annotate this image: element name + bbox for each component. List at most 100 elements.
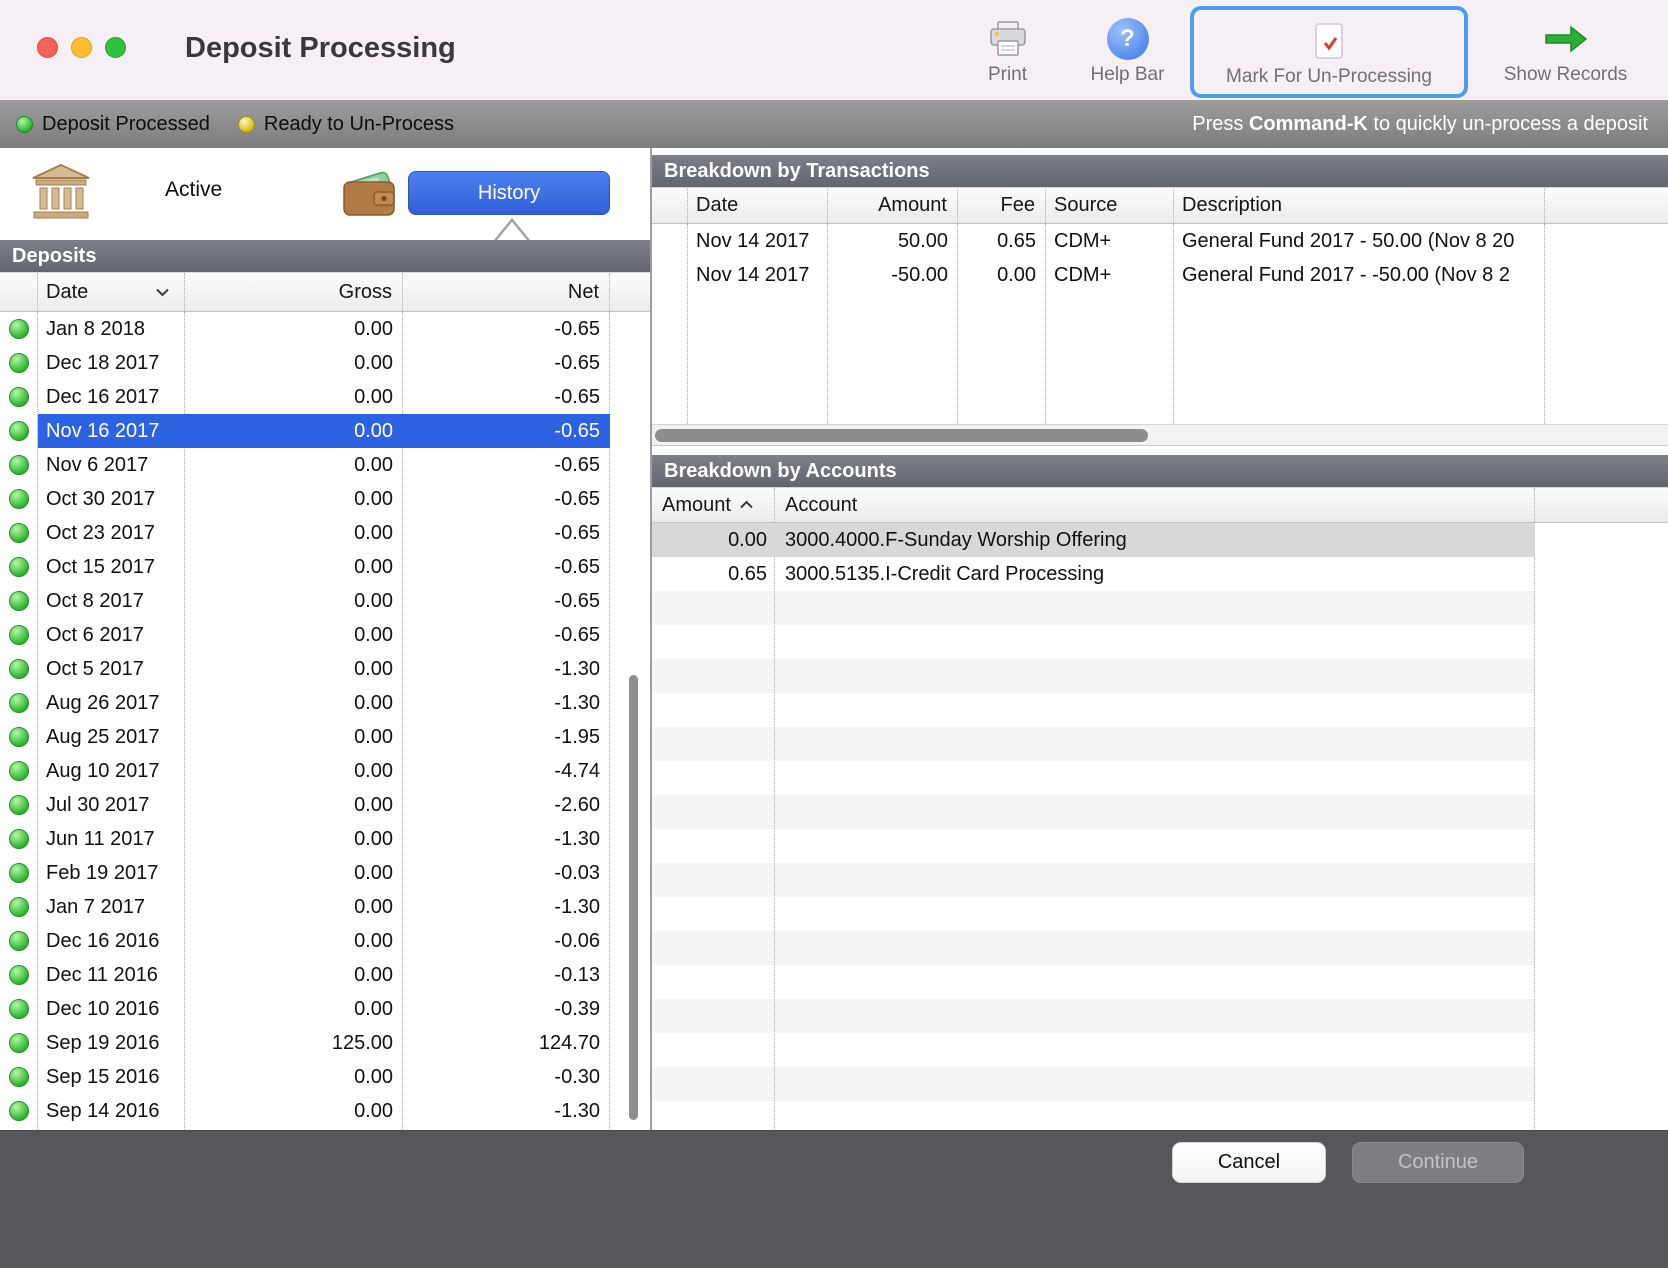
deposit-status-cell xyxy=(0,618,38,652)
deposit-row-main: Dec 11 2016 0.00 -0.13 xyxy=(38,958,610,992)
acc-amount-column-header[interactable]: Amount xyxy=(652,488,775,522)
tx-fee-column-header[interactable]: Fee xyxy=(958,188,1046,223)
legend-ready-to-unprocess: Ready to Un-Process xyxy=(238,113,454,136)
transaction-row[interactable]: Nov 14 2017 -50.00 0.00 CDM+ General Fun… xyxy=(652,258,1668,292)
show-records-label: Show Records xyxy=(1504,64,1628,86)
deposit-status-cell xyxy=(0,1094,38,1128)
deposit-row[interactable]: Jan 8 2018 0.00 -0.65 xyxy=(0,312,650,346)
deposit-row[interactable]: Dec 18 2017 0.00 -0.65 xyxy=(0,346,650,380)
deposit-row[interactable]: Oct 30 2017 0.00 -0.65 xyxy=(0,482,650,516)
deposit-row[interactable]: Nov 6 2017 0.00 -0.65 xyxy=(0,448,650,482)
deposit-gross: 0.00 xyxy=(185,590,403,613)
deposit-status-cell xyxy=(0,482,38,516)
print-button[interactable]: Print xyxy=(955,6,1060,98)
status-legend-bar: Deposit Processed Ready to Un-Process Pr… xyxy=(0,100,1668,148)
deposit-row[interactable]: Dec 16 2017 0.00 -0.65 xyxy=(0,380,650,414)
account-row[interactable]: 0.00 3000.4000.F-Sunday Worship Offering xyxy=(652,523,1535,557)
processed-dot-icon xyxy=(9,931,29,951)
deposit-row[interactable]: Oct 8 2017 0.00 -0.65 xyxy=(0,584,650,618)
transaction-row[interactable]: Nov 14 2017 50.00 0.65 CDM+ General Fund… xyxy=(652,224,1668,258)
deposit-row-main: Sep 14 2016 0.00 -1.30 xyxy=(38,1094,610,1128)
deposit-row[interactable]: Aug 25 2017 0.00 -1.95 xyxy=(0,720,650,754)
help-bar-button[interactable]: ? Help Bar xyxy=(1065,6,1190,98)
transactions-table: Nov 14 2017 50.00 0.65 CDM+ General Fund… xyxy=(652,224,1668,424)
deposit-row[interactable]: Oct 15 2017 0.00 -0.65 xyxy=(0,550,650,584)
close-button[interactable] xyxy=(37,37,58,58)
zoom-button[interactable] xyxy=(105,37,126,58)
deposit-net: -0.06 xyxy=(403,930,610,953)
deposit-row[interactable]: Feb 19 2017 0.00 -0.03 xyxy=(0,856,650,890)
transactions-column-header: Date Amount Fee Source Description xyxy=(652,187,1668,224)
cancel-button[interactable]: Cancel xyxy=(1172,1142,1326,1183)
history-button[interactable]: History xyxy=(408,171,610,215)
deposit-row[interactable]: Dec 11 2016 0.00 -0.13 xyxy=(0,958,650,992)
transactions-hscrollbar-track[interactable] xyxy=(652,424,1668,446)
deposit-net: 124.70 xyxy=(403,1032,610,1055)
deposit-row[interactable]: Nov 16 2017 0.00 -0.65 xyxy=(0,414,650,448)
deposit-net: -0.30 xyxy=(403,1066,610,1089)
deposit-net: -1.30 xyxy=(403,692,610,715)
status-column-header xyxy=(0,273,38,311)
account-row[interactable]: 0.65 3000.5135.I-Credit Card Processing xyxy=(652,557,1535,591)
deposit-row[interactable]: Dec 10 2016 0.00 -0.39 xyxy=(0,992,650,1026)
deposit-net: -1.30 xyxy=(403,828,610,851)
deposit-row-main: Sep 19 2016 125.00 124.70 xyxy=(38,1026,610,1060)
minimize-button[interactable] xyxy=(71,37,92,58)
deposit-row[interactable]: Sep 19 2016 125.00 124.70 xyxy=(0,1026,650,1060)
history-tab[interactable] xyxy=(340,167,398,219)
date-column-header[interactable]: Date xyxy=(38,273,185,311)
deposit-row[interactable]: Jan 7 2017 0.00 -1.30 xyxy=(0,890,650,924)
continue-button[interactable]: Continue xyxy=(1352,1142,1524,1183)
deposit-gross: 0.00 xyxy=(185,454,403,477)
deposit-status-cell xyxy=(0,1060,38,1094)
deposit-row[interactable]: Sep 15 2016 0.00 -0.30 xyxy=(0,1060,650,1094)
deposit-date: Oct 23 2017 xyxy=(38,522,185,545)
deposit-row[interactable]: Oct 23 2017 0.00 -0.65 xyxy=(0,516,650,550)
deposit-gross: 0.00 xyxy=(185,352,403,375)
processed-dot-icon xyxy=(9,353,29,373)
deposit-date: Jul 30 2017 xyxy=(38,794,185,817)
tx-date: Nov 14 2017 xyxy=(688,264,828,287)
tx-source-column-header[interactable]: Source xyxy=(1046,188,1174,223)
deposit-net: -0.65 xyxy=(403,556,610,579)
titlebar: Deposit Processing Print ? Help Bar xyxy=(0,0,1668,100)
active-tab-label[interactable]: Active xyxy=(165,178,222,202)
deposit-row[interactable]: Aug 26 2017 0.00 -1.30 xyxy=(0,686,650,720)
deposit-date: Nov 6 2017 xyxy=(38,454,185,477)
show-records-button[interactable]: Show Records xyxy=(1478,6,1653,98)
deposit-net: -1.95 xyxy=(403,726,610,749)
deposit-row[interactable]: Dec 16 2016 0.00 -0.06 xyxy=(0,924,650,958)
net-column-header[interactable]: Net xyxy=(403,273,610,311)
tx-amount: -50.00 xyxy=(828,264,958,287)
tx-amount-column-header[interactable]: Amount xyxy=(828,188,958,223)
accounts-rows: 0.00 3000.4000.F-Sunday Worship Offering… xyxy=(652,523,1668,591)
deposit-date: Aug 25 2017 xyxy=(38,726,185,749)
deposit-status-cell xyxy=(0,958,38,992)
printer-icon xyxy=(988,14,1028,64)
tx-date-column-header[interactable]: Date xyxy=(688,188,828,223)
acc-account-column-header[interactable]: Account xyxy=(775,488,1535,522)
processed-dot-icon xyxy=(9,319,29,339)
deposit-net: -0.65 xyxy=(403,386,610,409)
deposit-date: Sep 14 2016 xyxy=(38,1100,185,1123)
transactions-hscrollbar-thumb[interactable] xyxy=(655,429,1148,442)
mark-for-unprocessing-button[interactable]: Mark For Un-Processing xyxy=(1190,6,1468,98)
deposit-row-main: Dec 16 2016 0.00 -0.06 xyxy=(38,924,610,958)
deposit-date: Sep 15 2016 xyxy=(38,1066,185,1089)
deposit-row[interactable]: Jul 30 2017 0.00 -2.60 xyxy=(0,788,650,822)
processed-dot-icon xyxy=(9,591,29,611)
processed-dot-icon xyxy=(9,489,29,509)
processed-dot-icon xyxy=(9,965,29,985)
deposit-row[interactable]: Jun 11 2017 0.00 -1.30 xyxy=(0,822,650,856)
deposit-row-main: Jan 7 2017 0.00 -1.30 xyxy=(38,890,610,924)
deposit-row[interactable]: Oct 6 2017 0.00 -0.65 xyxy=(0,618,650,652)
tx-description-column-header[interactable]: Description xyxy=(1174,188,1545,223)
deposit-row[interactable]: Sep 14 2016 0.00 -1.30 xyxy=(0,1094,650,1128)
deposit-row[interactable]: Oct 5 2017 0.00 -1.30 xyxy=(0,652,650,686)
gross-column-header[interactable]: Gross xyxy=(185,273,403,311)
processed-label: Deposit Processed xyxy=(42,113,210,136)
deposit-row[interactable]: Aug 10 2017 0.00 -4.74 xyxy=(0,754,650,788)
deposits-scrollbar-thumb[interactable] xyxy=(629,675,638,1120)
active-tab[interactable] xyxy=(30,163,92,221)
deposits-table: Jan 8 2018 0.00 -0.65 Dec 18 2017 0.00 -… xyxy=(0,312,650,1130)
